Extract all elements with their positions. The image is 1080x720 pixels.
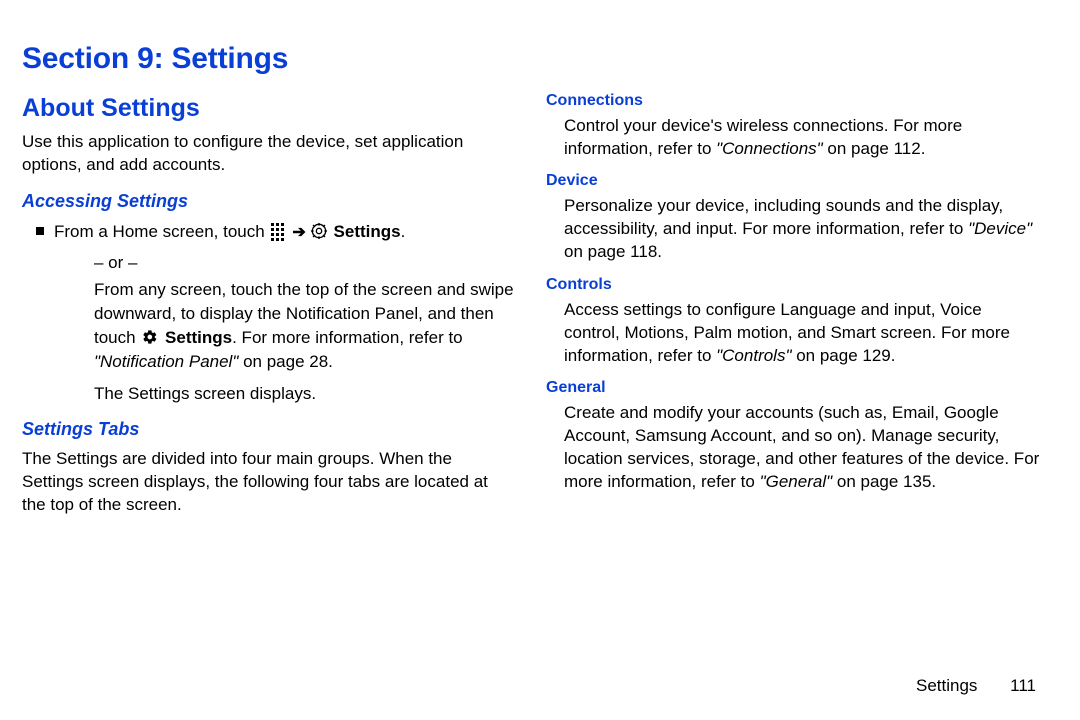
swipe-down-instruction: From any screen, touch the top of the sc… <box>94 278 516 373</box>
cont1c: on page 28. <box>238 352 333 371</box>
general-text-b: on page 135. <box>832 472 936 491</box>
settings-tabs-heading: Settings Tabs <box>22 419 516 440</box>
controls-text: Access settings to configure Language an… <box>564 298 1040 367</box>
settings-tabs-text: The Settings are divided into four main … <box>22 448 516 517</box>
arrow-right-icon: ➔ <box>292 224 305 241</box>
device-ref: "Device" <box>968 219 1032 238</box>
footer-page-number: 111 <box>1010 676 1036 695</box>
device-text-b: on page 118. <box>564 242 662 261</box>
cont1-ref: "Notification Panel" <box>94 352 238 371</box>
controls-text-b: on page 129. <box>792 346 896 365</box>
settings-gear-icon <box>311 223 327 239</box>
device-text-a: Personalize your device, including sound… <box>564 196 1003 238</box>
connections-text: Control your device's wireless connectio… <box>564 114 1040 160</box>
left-column: About Settings Use this application to c… <box>22 88 516 700</box>
device-heading: Device <box>546 172 1040 190</box>
cont1b: . For more information, refer to <box>232 328 463 347</box>
footer-section-label: Settings <box>916 676 977 695</box>
right-column: Connections Control your device's wirele… <box>546 88 1040 700</box>
about-settings-heading: About Settings <box>22 94 516 123</box>
cont1-settings-bold: Settings <box>160 328 232 347</box>
bullet-icon <box>36 227 44 235</box>
settings-label-bold: Settings <box>329 222 401 241</box>
controls-heading: Controls <box>546 276 1040 294</box>
connections-heading: Connections <box>546 92 1040 110</box>
two-column-layout: About Settings Use this application to c… <box>22 88 1040 700</box>
displays-text: The Settings screen displays. <box>94 382 516 406</box>
device-text: Personalize your device, including sound… <box>564 194 1040 263</box>
page-footer: Settings 111 <box>916 676 1036 696</box>
general-ref: "General" <box>760 472 833 491</box>
connections-ref: "Connections" <box>716 139 823 158</box>
step-text-post: . <box>401 222 406 241</box>
settings-gear-icon-2 <box>142 329 158 345</box>
apps-grid-icon <box>271 223 287 239</box>
section-title: Section 9: Settings <box>22 42 1040 76</box>
connections-text-b: on page 112. <box>823 139 926 158</box>
or-text: – or – <box>94 251 516 275</box>
general-text: Create and modify your accounts (such as… <box>564 401 1040 493</box>
accessing-settings-heading: Accessing Settings <box>22 191 516 212</box>
general-heading: General <box>546 379 1040 397</box>
manual-page: Section 9: Settings About Settings Use t… <box>0 0 1080 720</box>
controls-ref: "Controls" <box>716 346 791 365</box>
step-touch-settings: From a Home screen, touch ➔ Settings. <box>56 220 516 245</box>
about-settings-text: Use this application to configure the de… <box>22 131 516 177</box>
step-text-pre: From a Home screen, touch <box>54 222 269 241</box>
